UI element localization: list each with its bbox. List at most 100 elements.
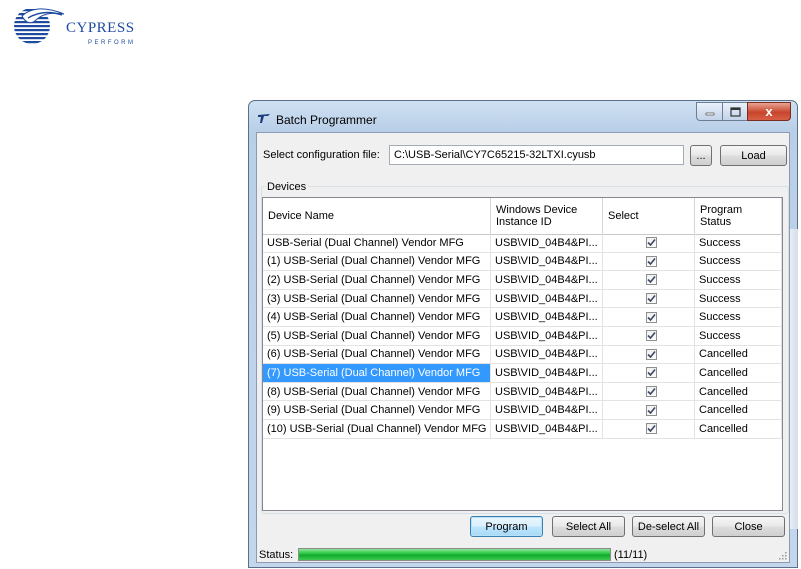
load-button[interactable]: Load bbox=[720, 145, 787, 166]
instance-id-cell[interactable]: USB\VID_04B4&PI... bbox=[491, 289, 603, 308]
progress-bar bbox=[298, 548, 611, 561]
device-name-cell[interactable]: (5) USB-Serial (Dual Channel) Vendor MFG bbox=[263, 326, 491, 345]
table-body: USB-Serial (Dual Channel) Vendor MFG USB\… bbox=[263, 234, 782, 439]
resize-grip-icon[interactable] bbox=[777, 550, 787, 560]
checkmark-icon bbox=[647, 350, 656, 359]
program-status-cell[interactable]: Cancelled bbox=[695, 419, 782, 438]
instance-id-cell[interactable]: USB\VID_04B4&PI... bbox=[491, 382, 603, 401]
devices-table[interactable]: Device Name Windows Device Instance ID S… bbox=[262, 197, 783, 511]
window-client-area: Select configuration file: C:\USB-Serial… bbox=[256, 132, 790, 563]
device-name-cell[interactable]: (6) USB-Serial (Dual Channel) Vendor MFG bbox=[263, 345, 491, 364]
table-row[interactable]: (10) USB-Serial (Dual Channel) Vendor MF… bbox=[263, 419, 782, 439]
select-checkbox[interactable] bbox=[646, 367, 657, 379]
select-cell bbox=[603, 401, 695, 419]
program-status-cell[interactable]: Success bbox=[695, 308, 782, 326]
column-header-program-status[interactable]: Program Status bbox=[695, 198, 782, 234]
maximize-button[interactable] bbox=[722, 102, 747, 121]
window-controls: x bbox=[696, 102, 791, 122]
select-cell bbox=[603, 271, 695, 289]
device-name-cell[interactable]: (9) USB-Serial (Dual Channel) Vendor MFG bbox=[263, 401, 491, 419]
program-status-cell[interactable]: Cancelled bbox=[695, 382, 782, 401]
rocket-icon bbox=[258, 114, 270, 123]
select-checkbox[interactable] bbox=[646, 330, 657, 342]
device-name-cell[interactable]: USB-Serial (Dual Channel) Vendor MFG bbox=[263, 234, 491, 252]
table-row[interactable]: (3) USB-Serial (Dual Channel) Vendor MFG… bbox=[263, 289, 782, 309]
checkmark-icon bbox=[647, 425, 656, 433]
browse-button[interactable]: ... bbox=[690, 145, 712, 166]
instance-id-cell[interactable]: USB\VID_04B4&PI... bbox=[491, 401, 603, 419]
window-title: Batch Programmer bbox=[276, 113, 377, 127]
status-bar: Status: (11/11) bbox=[257, 542, 789, 562]
table-header: Device Name Windows Device Instance ID S… bbox=[263, 198, 782, 235]
device-name-cell[interactable]: (1) USB-Serial (Dual Channel) Vendor MFG bbox=[263, 252, 491, 271]
checkmark-icon bbox=[647, 388, 656, 396]
program-button[interactable]: Program bbox=[470, 516, 543, 537]
select-cell bbox=[603, 289, 695, 308]
instance-id-cell[interactable]: USB\VID_04B4&PI... bbox=[491, 271, 603, 289]
instance-id-cell[interactable]: USB\VID_04B4&PI... bbox=[491, 252, 603, 271]
table-row[interactable]: (8) USB-Serial (Dual Channel) Vendor MFG… bbox=[263, 382, 782, 402]
checkmark-icon bbox=[647, 406, 656, 414]
device-name-cell[interactable]: (2) USB-Serial (Dual Channel) Vendor MFG bbox=[263, 271, 491, 289]
window-close-button[interactable]: x bbox=[747, 102, 791, 121]
select-checkbox[interactable] bbox=[646, 311, 657, 323]
table-row[interactable]: (5) USB-Serial (Dual Channel) Vendor MFG… bbox=[263, 326, 782, 346]
instance-id-cell[interactable]: USB\VID_04B4&PI... bbox=[491, 234, 603, 252]
program-status-cell[interactable]: Success bbox=[695, 289, 782, 308]
program-status-cell[interactable]: Success bbox=[695, 271, 782, 289]
select-all-button[interactable]: Select All bbox=[552, 516, 625, 537]
table-row[interactable]: (2) USB-Serial (Dual Channel) Vendor MFG… bbox=[263, 271, 782, 290]
instance-id-cell[interactable]: USB\VID_04B4&PI... bbox=[491, 345, 603, 364]
device-name-cell[interactable]: (10) USB-Serial (Dual Channel) Vendor MF… bbox=[263, 419, 491, 438]
program-status-cell[interactable]: Cancelled bbox=[695, 364, 782, 382]
instance-id-cell[interactable]: USB\VID_04B4&PI... bbox=[491, 326, 603, 345]
table-row[interactable]: USB-Serial (Dual Channel) Vendor MFG USB\… bbox=[263, 234, 782, 253]
select-checkbox[interactable] bbox=[646, 274, 657, 286]
config-file-label: Select configuration file: bbox=[263, 149, 380, 161]
select-checkbox[interactable] bbox=[646, 348, 657, 360]
program-status-cell[interactable]: Success bbox=[695, 326, 782, 345]
checkmark-icon bbox=[647, 239, 656, 247]
device-name-cell[interactable]: (4) USB-Serial (Dual Channel) Vendor MFG bbox=[263, 308, 491, 326]
table-row[interactable]: (9) USB-Serial (Dual Channel) Vendor MFG… bbox=[263, 401, 782, 420]
instance-id-cell[interactable]: USB\VID_04B4&PI... bbox=[491, 419, 603, 438]
config-file-input[interactable]: C:\USB-Serial\CY7C65215-32LTXI.cyusb bbox=[389, 145, 684, 165]
device-name-cell[interactable]: (7) USB-Serial (Dual Channel) Vendor MFG bbox=[263, 364, 491, 382]
status-label: Status: bbox=[259, 549, 294, 561]
logo-tagline: PERFORM bbox=[88, 40, 136, 46]
close-button[interactable]: Close bbox=[712, 516, 785, 537]
devices-group-label: Devices bbox=[265, 181, 309, 193]
minimize-button[interactable] bbox=[696, 102, 722, 121]
select-checkbox[interactable] bbox=[646, 423, 657, 435]
maximize-icon bbox=[729, 106, 741, 117]
program-status-cell[interactable]: Cancelled bbox=[695, 401, 782, 419]
checkmark-icon bbox=[647, 257, 656, 266]
device-name-cell[interactable]: (3) USB-Serial (Dual Channel) Vendor MFG bbox=[263, 289, 491, 308]
close-icon: x bbox=[765, 104, 773, 119]
checkmark-icon bbox=[647, 313, 656, 321]
table-row[interactable]: (4) USB-Serial (Dual Channel) Vendor MFG… bbox=[263, 308, 782, 327]
select-checkbox[interactable] bbox=[646, 255, 657, 267]
deselect-all-button[interactable]: De-select All bbox=[632, 516, 705, 537]
instance-id-cell[interactable]: USB\VID_04B4&PI... bbox=[491, 308, 603, 326]
column-header-device-name[interactable]: Device Name bbox=[263, 198, 491, 234]
select-checkbox[interactable] bbox=[646, 237, 657, 249]
table-row[interactable]: (7) USB-Serial (Dual Channel) Vendor MFG… bbox=[263, 364, 782, 383]
program-status-cell[interactable]: Success bbox=[695, 234, 782, 252]
table-row[interactable]: (6) USB-Serial (Dual Channel) Vendor MFG… bbox=[263, 345, 782, 365]
checkmark-icon bbox=[647, 276, 656, 284]
select-checkbox[interactable] bbox=[646, 404, 657, 416]
select-cell bbox=[603, 308, 695, 326]
title-bar[interactable]: Batch Programmer x bbox=[249, 101, 797, 131]
select-checkbox[interactable] bbox=[646, 293, 657, 305]
device-name-cell[interactable]: (8) USB-Serial (Dual Channel) Vendor MFG bbox=[263, 382, 491, 401]
column-header-select[interactable]: Select bbox=[603, 198, 695, 234]
instance-id-cell[interactable]: USB\VID_04B4&PI... bbox=[491, 364, 603, 382]
program-status-cell[interactable]: Cancelled bbox=[695, 345, 782, 364]
select-cell bbox=[603, 252, 695, 271]
select-checkbox[interactable] bbox=[646, 386, 657, 398]
progress-count: (11/11) bbox=[614, 549, 648, 561]
program-status-cell[interactable]: Success bbox=[695, 252, 782, 271]
table-row[interactable]: (1) USB-Serial (Dual Channel) Vendor MFG… bbox=[263, 252, 782, 272]
column-header-instance-id[interactable]: Windows Device Instance ID bbox=[491, 198, 603, 234]
